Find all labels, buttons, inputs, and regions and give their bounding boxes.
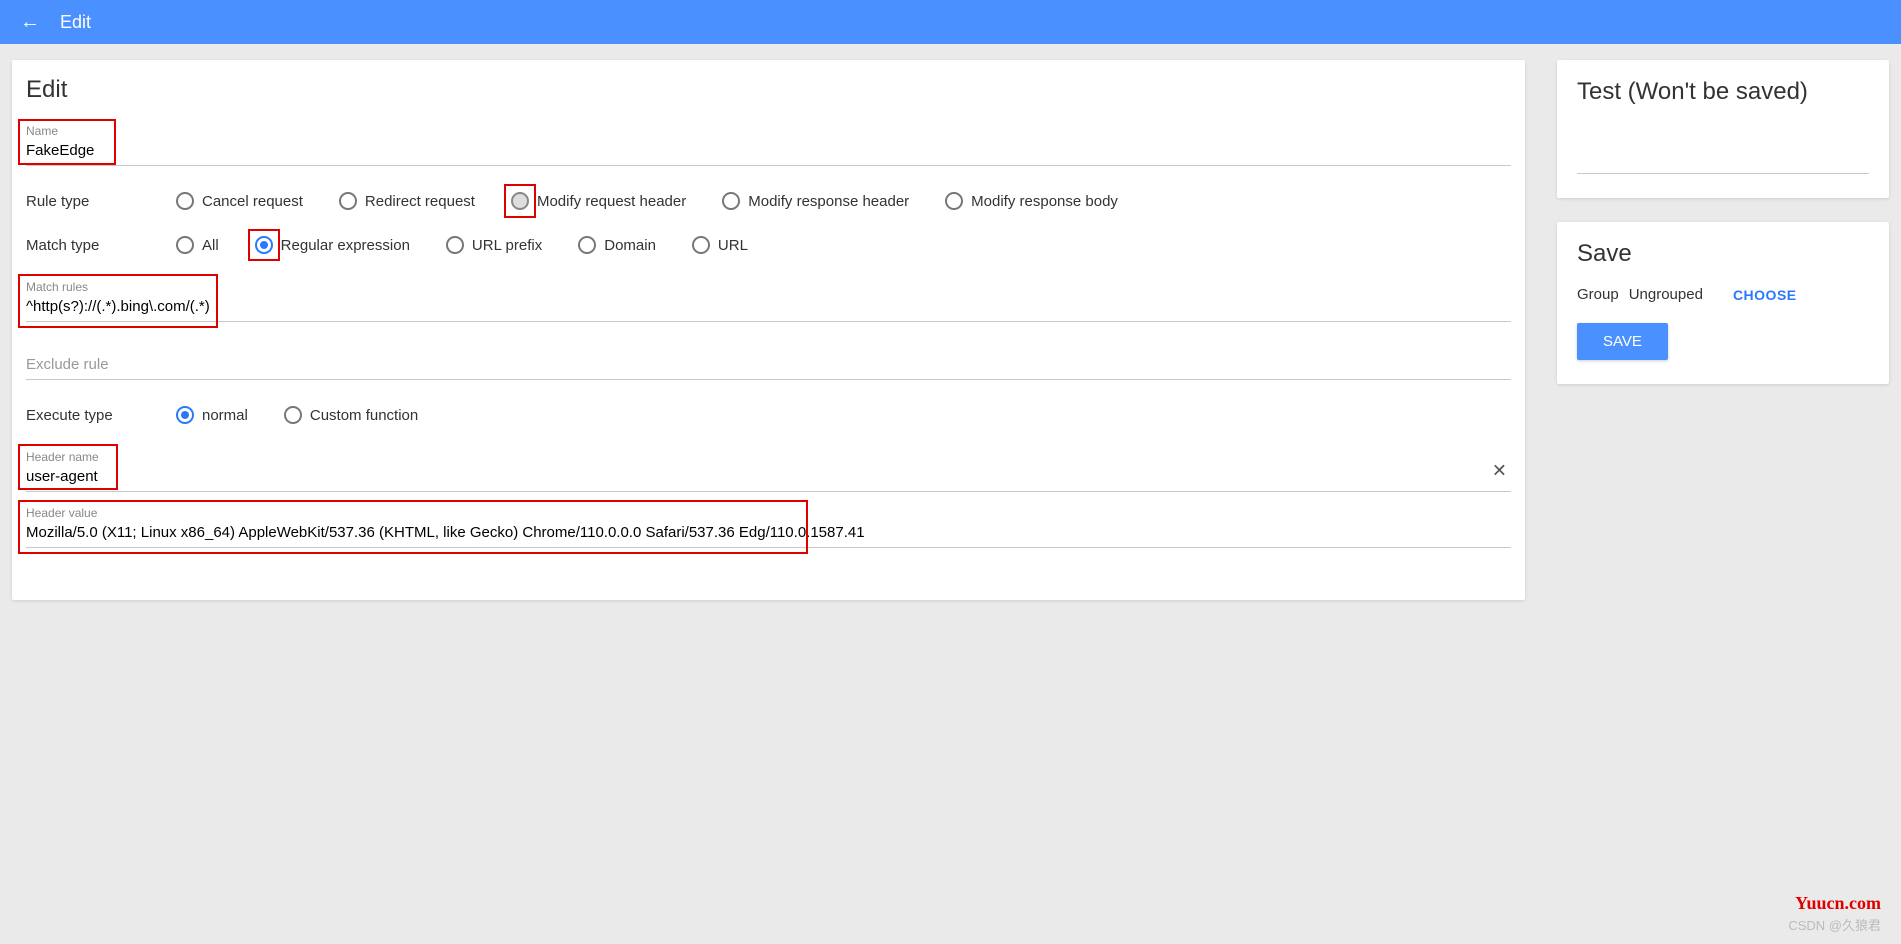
match-type-label: Match type <box>26 237 156 254</box>
header-name-label: Header name <box>26 450 1511 464</box>
test-card: Test (Won't be saved) <box>1557 60 1889 198</box>
match-rules-label: Match rules <box>26 280 1511 294</box>
group-label: Group <box>1577 286 1619 303</box>
save-card: Save Group Ungrouped CHOOSE SAVE <box>1557 222 1889 384</box>
header-value-label: Header value <box>26 506 1511 520</box>
radio-modify-request-header[interactable]: Modify request header <box>511 192 686 210</box>
radio-url-prefix[interactable]: URL prefix <box>446 236 542 254</box>
radio-custom-function[interactable]: Custom function <box>284 406 418 424</box>
name-label: Name <box>26 124 1511 138</box>
watermark-yuucn: Yuucn.com <box>1795 893 1881 914</box>
test-heading: Test (Won't be saved) <box>1577 78 1869 106</box>
group-value: Ungrouped <box>1629 286 1703 303</box>
radio-modify-response-header[interactable]: Modify response header <box>722 192 909 210</box>
rule-type-label: Rule type <box>26 193 156 210</box>
radio-url[interactable]: URL <box>692 236 748 254</box>
match-rules-input[interactable] <box>26 294 1511 322</box>
watermark-csdn: CSDN @久狼君 <box>1788 915 1881 934</box>
test-input[interactable] <box>1577 146 1869 174</box>
choose-button[interactable]: CHOOSE <box>1733 287 1797 303</box>
edit-heading: Edit <box>26 76 1511 104</box>
name-input[interactable] <box>26 138 1511 166</box>
topbar-title: Edit <box>60 12 91 33</box>
radio-normal[interactable]: normal <box>176 406 248 424</box>
radio-all[interactable]: All <box>176 236 219 254</box>
radio-domain[interactable]: Domain <box>578 236 656 254</box>
radio-modify-response-body[interactable]: Modify response body <box>945 192 1118 210</box>
radio-cancel-request[interactable]: Cancel request <box>176 192 303 210</box>
execute-type-label: Execute type <box>26 407 156 424</box>
radio-regular-expression[interactable]: Regular expression <box>255 236 410 254</box>
save-button[interactable]: SAVE <box>1577 323 1668 360</box>
topbar: ← Edit <box>0 0 1901 44</box>
edit-card: Edit Name Rule type Cancel request Redir… <box>12 60 1525 600</box>
radio-redirect-request[interactable]: Redirect request <box>339 192 475 210</box>
header-name-input[interactable] <box>26 464 1511 492</box>
back-arrow-icon[interactable]: ← <box>20 11 40 34</box>
header-value-input[interactable] <box>26 520 1511 548</box>
exclude-rule-input[interactable] <box>26 352 1511 380</box>
clear-icon[interactable]: ✕ <box>1492 461 1507 482</box>
save-heading: Save <box>1577 240 1869 268</box>
